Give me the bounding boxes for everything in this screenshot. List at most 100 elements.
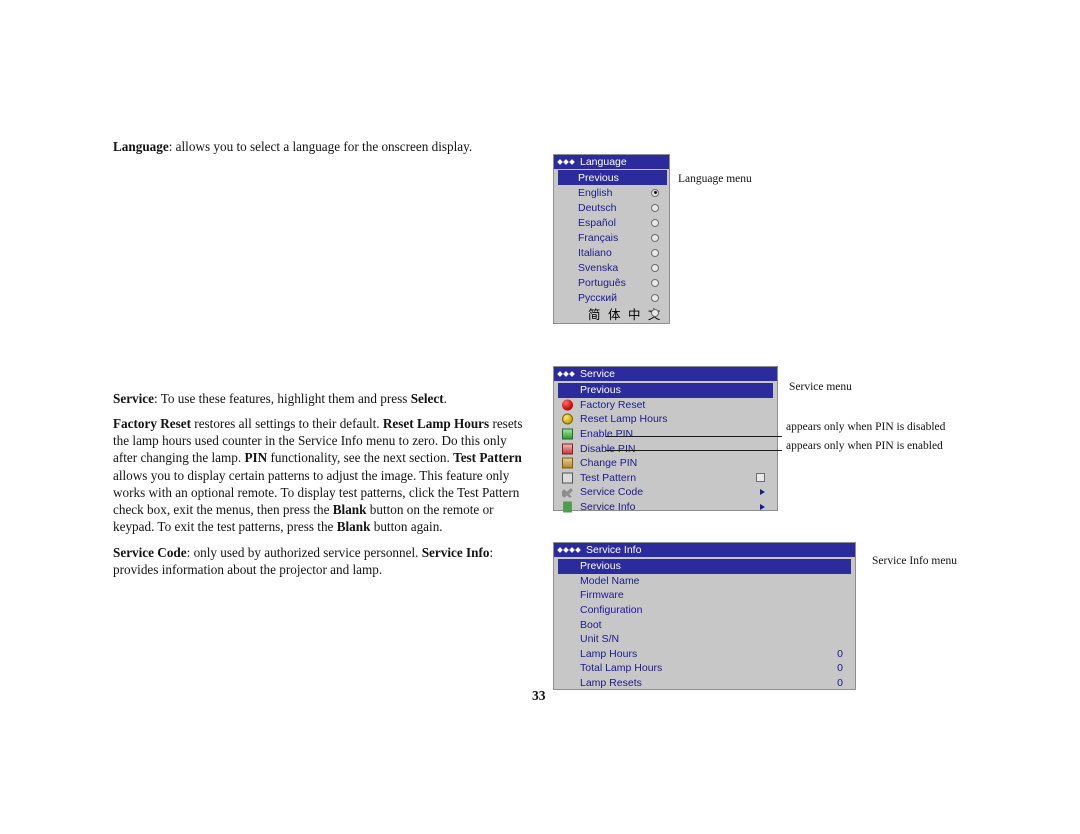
language-option-english-label: English [578,186,613,199]
language-option-francais[interactable]: Français [554,230,669,245]
service-info-previous[interactable]: Previous [558,559,851,574]
radio-svenska-icon[interactable] [651,264,659,273]
red-pin-icon [562,443,573,455]
service-info-row-lamp-resets-value: 0 [837,677,843,690]
menu-dots-icon [557,547,581,553]
service-info-row-boot-label: Boot [580,618,602,631]
info-icon [563,501,572,513]
service-info-menu-body: Previous Model Name Firmware Configurati… [554,557,855,692]
chevron-right-icon [760,504,765,511]
service-menu-titlebar: Service [554,367,777,381]
caption-service-info-menu: Service Info menu [872,555,957,567]
paragraph-service: Service: To use these features, highligh… [113,390,533,407]
language-option-italiano-label: Italiano [578,247,612,260]
menu-dots-icon [557,159,575,165]
service-item-enable-pin-label: Enable PIN [580,428,634,441]
service-info-row-lamp-hours-value: 0 [837,647,843,660]
factory-text-3: functionality, see the next section. [267,450,454,466]
service-info-row-firmware-label: Firmware [580,589,624,602]
language-menu: Language Previous English Deutsch Españo… [553,154,670,324]
service-item-service-code-label: Service Code [580,486,644,499]
service-info-row-total-lamp-hours[interactable]: Total Lamp Hours 0 [554,661,855,676]
service-item-enable-pin[interactable]: Enable PIN [554,427,777,442]
service-info-menu: Service Info Previous Model Name Firmwar… [553,542,856,690]
service-item-reset-lamp-hours[interactable]: Reset Lamp Hours [554,412,777,427]
paragraph-service-rest: : To use these features, highlight them … [154,391,411,406]
language-menu-titlebar: Language [554,155,669,169]
service-info-row-lamp-resets-label: Lamp Resets [580,677,642,690]
radio-espanol-icon[interactable] [651,218,659,227]
service-info-row-lamp-resets[interactable]: Lamp Resets 0 [554,676,855,691]
service-info-row-configuration[interactable]: Configuration [554,603,855,618]
service-info-row-lamp-hours[interactable]: Lamp Hours 0 [554,647,855,662]
service-item-change-pin[interactable]: Change PIN [554,456,777,471]
language-option-deutsch[interactable]: Deutsch [554,200,669,215]
language-option-espanol[interactable]: Español [554,215,669,230]
service-code-term: Service Code [113,545,187,560]
lamp-icon [562,413,573,425]
language-menu-title: Language [580,156,627,168]
service-item-service-info-label: Service Info [580,501,636,514]
language-menu-previous[interactable]: Previous [558,170,667,186]
language-option-svenska[interactable]: Svenska [554,261,669,276]
reset-lamp-hours-term: Reset Lamp Hours [382,416,490,431]
service-menu-body: Previous Factory Reset Reset Lamp Hours … [554,381,777,516]
language-option-russian-label: Русский [578,292,617,305]
green-pin-icon [562,428,573,440]
language-menu-previous-label: Previous [578,171,619,184]
blank-term-1: Blank [332,502,367,518]
service-info-row-unit-sn[interactable]: Unit S/N [554,632,855,647]
service-info-row-model-name-label: Model Name [580,574,640,587]
radio-russian-icon[interactable] [651,294,659,303]
service-item-factory-reset-label: Factory Reset [580,398,646,411]
radio-english-icon[interactable] [651,188,659,197]
caption-language-menu: Language menu [678,173,752,185]
service-item-test-pattern[interactable]: Test Pattern [554,471,777,486]
paragraph-service-lead: Service [113,391,155,406]
pin-term: PIN [244,450,268,466]
paragraph-service-bold-tail: Select [410,391,444,406]
paragraph-service-code: Service Code: only used by authorized se… [113,544,533,578]
service-item-disable-pin[interactable]: Disable PIN [554,441,777,456]
caption-pin-disabled: appears only when PIN is disabled [786,421,946,433]
language-option-portugues[interactable]: Português [554,276,669,291]
paragraph-service-period: . [443,391,447,406]
language-option-english[interactable]: English [554,185,669,200]
factory-reset-term: Factory Reset [113,416,191,431]
service-menu-previous[interactable]: Previous [558,383,773,398]
paragraph-language-rest: : allows you to select a language for th… [168,139,473,154]
service-info-row-model-name[interactable]: Model Name [554,574,855,589]
radio-deutsch-icon[interactable] [651,203,659,212]
language-option-chinese[interactable]: 简 体 中 文 [554,306,669,322]
service-item-change-pin-label: Change PIN [580,457,638,470]
pattern-icon [562,472,573,484]
radio-portugues-icon[interactable] [651,279,659,288]
factory-text-6: button again. [370,519,443,535]
wrench-icon [562,488,573,498]
service-item-service-code[interactable]: Service Code [554,485,777,500]
service-info-row-boot[interactable]: Boot [554,617,855,632]
radio-francais-icon[interactable] [651,233,659,242]
test-pattern-checkbox[interactable] [756,473,765,483]
paragraph-language: Language: allows you to select a languag… [113,138,533,155]
factory-text-1: restores all settings to their default. [191,416,383,431]
leader-line-disable-pin [606,450,782,451]
service-info-previous-label: Previous [580,560,621,573]
service-info-row-configuration-label: Configuration [580,604,643,617]
red-dot-icon [562,399,573,411]
language-option-espanol-label: Español [578,216,616,229]
language-option-italiano[interactable]: Italiano [554,245,669,260]
radio-italiano-icon[interactable] [651,249,659,258]
service-menu-previous-label: Previous [580,384,621,397]
service-item-service-info[interactable]: Service Info [554,500,777,515]
chevron-right-icon [760,489,765,496]
document-page: Language : allows you to select a languag… [0,0,1080,834]
language-option-svenska-label: Svenska [578,262,619,275]
caption-pin-enabled: appears only when PIN is enabled [786,440,943,452]
blank-term-2: Blank [336,519,371,535]
service-item-factory-reset[interactable]: Factory Reset [554,398,777,413]
service-info-row-firmware[interactable]: Firmware [554,588,855,603]
service-menu-title: Service [580,368,616,380]
key-icon [562,457,573,469]
service-info-menu-title: Service Info [586,544,642,556]
